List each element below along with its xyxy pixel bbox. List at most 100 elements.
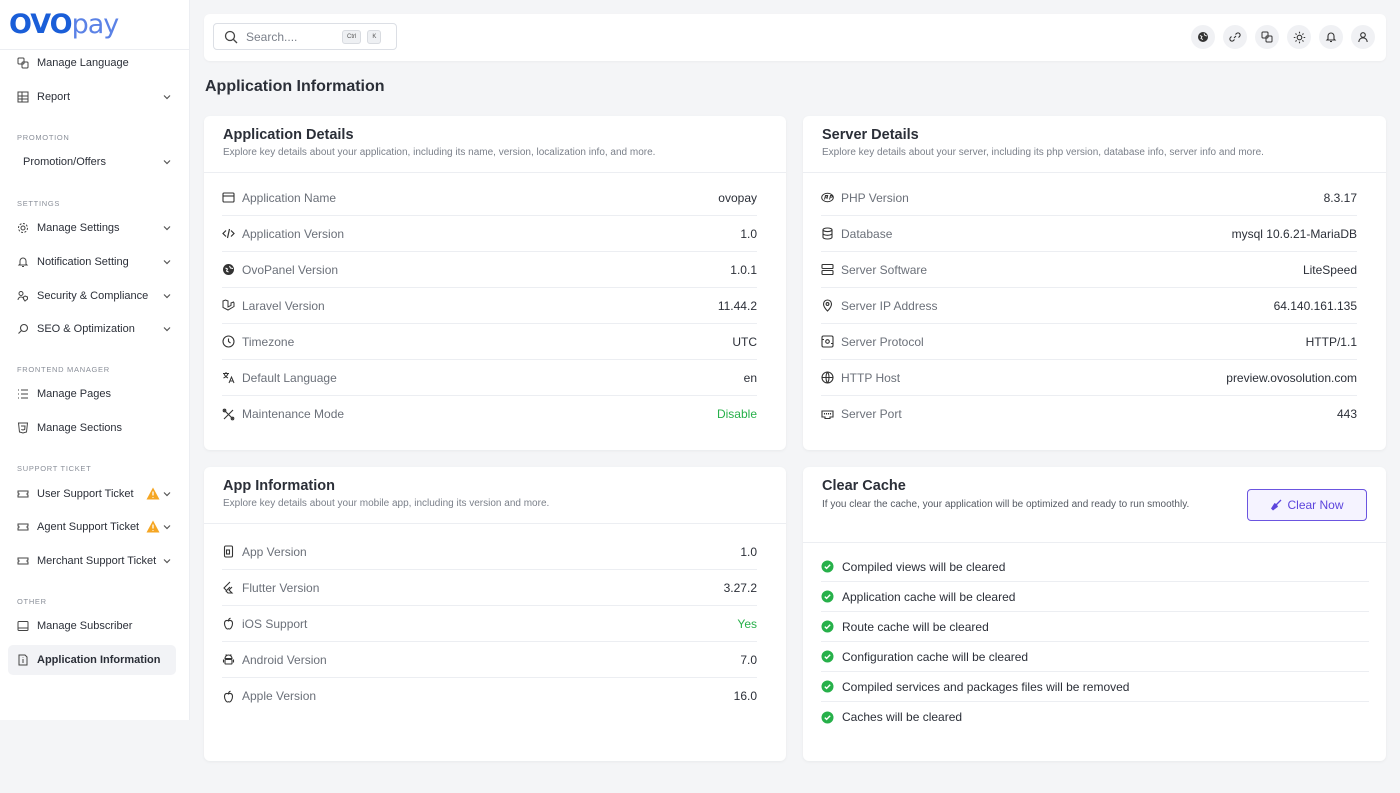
cache-item: Application cache will be cleared <box>821 582 1369 612</box>
sidebar-item-agent-support-ticket[interactable]: Agent Support Ticket <box>8 512 176 542</box>
notifications-button[interactable] <box>1319 25 1343 49</box>
detail-value: en <box>743 370 757 385</box>
cache-item-label: Compiled views will be cleared <box>842 559 1006 574</box>
sidebar-item-manage-sections[interactable]: Manage Sections <box>8 413 176 443</box>
globe-icon <box>821 371 834 384</box>
chevron-down-icon <box>163 559 171 564</box>
search-box[interactable]: Search.... Ctrl K <box>213 23 397 50</box>
detail-row: Android Version 7.0 <box>222 642 757 678</box>
check-circle-icon <box>821 560 834 573</box>
clear-now-button[interactable]: Clear Now <box>1247 489 1367 521</box>
application-details-card: Application Details Explore key details … <box>204 116 786 450</box>
section-title-other: OTHER <box>17 597 47 606</box>
card-header: Clear Cache If you clear the cache, your… <box>803 467 1386 543</box>
sidebar-item-security-compliance[interactable]: Security & Compliance <box>8 281 176 311</box>
detail-value: 443 <box>1336 407 1357 421</box>
globe-button[interactable] <box>1191 25 1215 49</box>
detail-value: 7.0 <box>740 652 757 667</box>
detail-label: OvoPanel Version <box>242 262 339 277</box>
card-subtitle: Explore key details about your applicati… <box>223 147 656 158</box>
card-title: Server Details <box>822 127 919 143</box>
sidebar-item-report[interactable]: Report <box>8 82 176 112</box>
apple-icon <box>223 617 234 630</box>
detail-value: UTC <box>732 334 757 349</box>
card-subtitle: If you clear the cache, your application… <box>822 499 1190 510</box>
section-title-support: SUPPORT TICKET <box>17 464 92 473</box>
card-title: App Information <box>223 478 335 494</box>
theme-toggle-button[interactable] <box>1287 25 1311 49</box>
sidebar-item-label: SEO & Optimization <box>37 323 135 335</box>
link-icon <box>1229 32 1241 42</box>
chevron-down-icon <box>163 327 171 332</box>
sidebar-item-user-support-ticket[interactable]: User Support Ticket <box>8 479 176 509</box>
logo[interactable]: OVOpay <box>0 0 189 50</box>
apple-icon <box>223 690 234 703</box>
topbar: Search.... Ctrl K <box>204 14 1386 61</box>
sidebar-item-label: Notification Setting <box>37 256 129 268</box>
sidebar-item-manage-settings[interactable]: Manage Settings <box>8 213 176 243</box>
detail-label: Server Protocol <box>841 334 924 349</box>
topbar-actions <box>1183 25 1375 49</box>
detail-label: Application Version <box>242 226 345 241</box>
detail-row: Apple Version 16.0 <box>222 678 757 714</box>
sidebar-item-manage-subscriber[interactable]: Manage Subscriber <box>8 611 176 641</box>
cache-item: Route cache will be cleared <box>821 612 1369 642</box>
globe-icon <box>223 264 234 275</box>
ticket-icon <box>17 490 29 498</box>
chevron-down-icon <box>163 294 171 299</box>
detail-row: Application Name ovopay <box>222 180 757 216</box>
sidebar-item-manage-language[interactable]: Manage Language <box>8 48 176 78</box>
detail-label: Application Name <box>242 190 337 205</box>
language-button[interactable] <box>1255 25 1279 49</box>
card-subtitle: Explore key details about your mobile ap… <box>223 498 550 509</box>
detail-value: 1.0 <box>740 544 757 559</box>
chevron-down-icon <box>163 226 171 231</box>
detail-row: PHP Version 8.3.17 <box>821 180 1357 216</box>
detail-row: Application Version 1.0 <box>222 216 757 252</box>
link-button[interactable] <box>1223 25 1247 49</box>
detail-label: App Version <box>242 544 307 559</box>
clear-now-label: Clear Now <box>1287 498 1344 512</box>
inbox-icon <box>17 621 29 631</box>
maintenance-status: Disable <box>716 407 757 421</box>
detail-value: 64.140.161.135 <box>1273 298 1357 313</box>
sidebar-item-promotion-offers[interactable]: Promotion/Offers <box>8 147 176 177</box>
detail-label: iOS Support <box>242 616 308 631</box>
detail-label: Server Software <box>841 262 928 277</box>
bell-icon <box>1325 32 1337 43</box>
sidebar-item-notification-setting[interactable]: Notification Setting <box>8 247 176 277</box>
chevron-down-icon <box>163 95 171 100</box>
detail-label: PHP Version <box>841 190 909 205</box>
detail-row: App Version 1.0 <box>222 534 757 570</box>
sidebar: OVOpay Manage Language Report PROMOTION … <box>0 0 190 720</box>
android-icon <box>222 654 235 665</box>
sidebar-item-application-information[interactable]: Application Information <box>8 645 176 675</box>
detail-label: Flutter Version <box>242 580 320 595</box>
card-header: Application Details Explore key details … <box>204 116 786 173</box>
sidebar-item-seo-optimization[interactable]: SEO & Optimization <box>8 314 176 344</box>
chevron-down-icon <box>163 160 171 165</box>
section-title-settings: SETTINGS <box>17 199 61 208</box>
card-header: Server Details Explore key details about… <box>803 116 1386 173</box>
code-icon <box>222 228 235 239</box>
cache-item-label: Route cache will be cleared <box>842 619 989 634</box>
database-icon <box>822 227 833 240</box>
detail-label: HTTP Host <box>841 370 901 385</box>
sidebar-item-label: Agent Support Ticket <box>37 521 140 533</box>
detail-value: HTTP/1.1 <box>1305 334 1357 349</box>
detail-label: Server IP Address <box>841 298 938 313</box>
logo-main: OVO <box>9 9 73 40</box>
cache-item: Configuration cache will be cleared <box>821 642 1369 672</box>
detail-row: Database mysql 10.6.21-MariaDB <box>821 216 1357 252</box>
sidebar-item-merchant-support-ticket[interactable]: Merchant Support Ticket <box>8 546 176 576</box>
search-input[interactable]: Search.... <box>246 30 342 44</box>
translate-icon <box>17 57 29 69</box>
user-shield-icon <box>17 291 28 302</box>
server-details-card: Server Details Explore key details about… <box>803 116 1386 450</box>
search-icon <box>18 323 29 334</box>
profile-button[interactable] <box>1351 25 1375 49</box>
check-circle-icon <box>821 590 834 603</box>
sidebar-item-label: Promotion/Offers <box>23 156 106 168</box>
cache-item: Caches will be cleared <box>821 702 1369 732</box>
sidebar-item-manage-pages[interactable]: Manage Pages <box>8 379 176 409</box>
